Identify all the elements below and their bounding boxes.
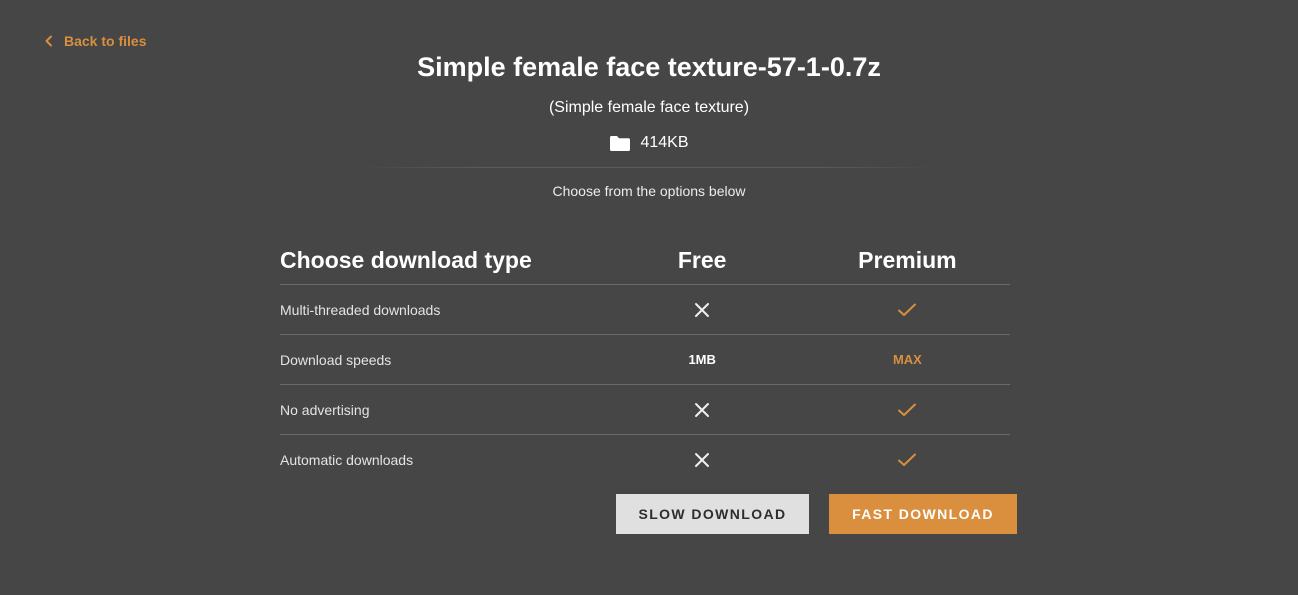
divider: [360, 167, 938, 168]
check-icon: [805, 302, 1010, 318]
folder-icon: [609, 135, 631, 152]
header-feature: Choose download type: [280, 246, 532, 273]
chevron-left-icon: [44, 35, 54, 47]
free-speed-value: 1MB: [688, 352, 716, 367]
slow-download-button[interactable]: SLOW DOWNLOAD: [616, 494, 809, 534]
row-feature-label: Automatic downloads: [280, 451, 414, 468]
download-page: Back to files Simple female face texture…: [0, 0, 1298, 595]
file-size-row: 414KB: [0, 134, 1298, 152]
file-size: 414KB: [640, 134, 689, 151]
table-header: Choose download type Free Premium: [280, 236, 1010, 285]
table-row: Download speeds 1MB MAX: [280, 335, 1010, 385]
check-icon: [805, 452, 1010, 468]
back-link-label: Back to files: [64, 33, 147, 49]
row-feature-label: Multi-threaded downloads: [280, 301, 441, 318]
table-row: No advertising: [280, 385, 1010, 435]
download-comparison-table: Choose download type Free Premium Multi-…: [280, 236, 1010, 484]
table-row: Automatic downloads: [280, 435, 1010, 484]
header-free: Free: [677, 246, 727, 273]
check-icon: [805, 402, 1010, 418]
fast-download-button[interactable]: FAST DOWNLOAD: [829, 494, 1017, 534]
instructions-text: Choose from the options below: [552, 183, 746, 199]
x-icon: [600, 452, 805, 468]
row-feature-label: No advertising: [280, 401, 370, 418]
file-subtitle: (Simple female face texture): [548, 99, 750, 116]
premium-speed-value: MAX: [892, 352, 922, 367]
header-premium: Premium: [858, 246, 957, 273]
back-to-files-link[interactable]: Back to files: [44, 33, 146, 49]
file-title: Simple female face texture-57-1-0.7z: [417, 52, 881, 82]
x-icon: [600, 302, 805, 318]
row-feature-label: Download speeds: [280, 351, 392, 368]
table-row: Multi-threaded downloads: [280, 285, 1010, 335]
x-icon: [600, 402, 805, 418]
